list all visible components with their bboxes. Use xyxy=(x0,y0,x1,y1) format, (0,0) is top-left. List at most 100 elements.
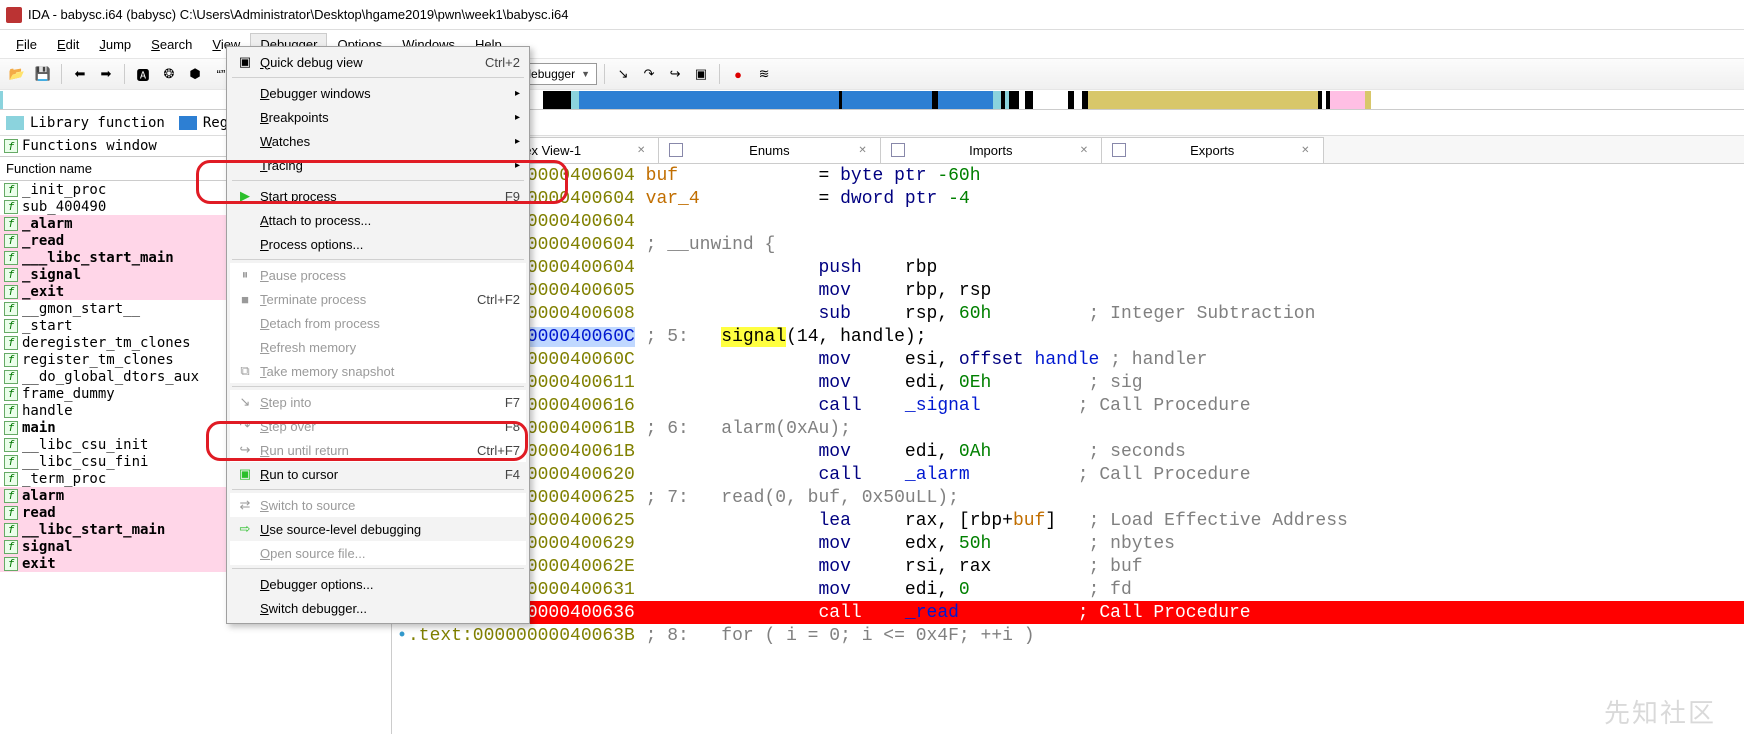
step-over-icon[interactable]: ↷ xyxy=(638,63,660,85)
back-icon[interactable]: ⬅ xyxy=(69,63,91,85)
gutter: • xyxy=(396,627,408,645)
trace-icon[interactable]: ≋ xyxy=(753,63,775,85)
disasm-line[interactable]: .text:000000000400604 xyxy=(392,210,1744,233)
function-icon: f xyxy=(4,472,18,486)
menu-item-use-source-level-debugging[interactable]: ⇨Use source-level debugging xyxy=(230,517,526,541)
function-name: sub_400490 xyxy=(22,199,106,215)
watermark: 先知社区 xyxy=(1604,693,1716,730)
menu-item-pause-process: ⏸Pause process xyxy=(230,263,526,287)
menu-item-process-options[interactable]: Process options... xyxy=(230,232,526,256)
menu-item-refresh-memory: Refresh memory xyxy=(230,335,526,359)
debugger-menu[interactable]: ▣Quick debug viewCtrl+2Debugger windows▸… xyxy=(226,46,530,624)
menu-item-shortcut: F4 xyxy=(505,467,520,482)
menu-file[interactable]: File xyxy=(6,33,47,56)
functions-panel-title: Functions window xyxy=(22,138,157,154)
disasm-line[interactable]: .text:00000000040062E mov rsi, rax ; buf xyxy=(392,555,1744,578)
menu-item-shortcut: F8 xyxy=(505,419,520,434)
disasm-line[interactable]: .text:000000000400604 push rbp xyxy=(392,256,1744,279)
menu-edit[interactable]: Edit xyxy=(47,33,89,56)
function-icon: f xyxy=(4,353,18,367)
run-to-cursor-icon[interactable]: ▣ xyxy=(690,63,712,85)
disassembly-view[interactable]: .text:000000000400604 buf = byte ptr -60… xyxy=(392,164,1744,734)
menu-item-step-into: ↘Step intoF7 xyxy=(230,390,526,414)
open-icon[interactable]: 📂 xyxy=(6,63,28,85)
menu-item-quick-debug-view[interactable]: ▣Quick debug viewCtrl+2 xyxy=(230,50,526,74)
tab-icon xyxy=(1112,143,1126,157)
menu-item-watches[interactable]: Watches▸ xyxy=(230,129,526,153)
menu-item-start-process[interactable]: ▶Start processF9 xyxy=(230,184,526,208)
menu-item-label: Use source-level debugging xyxy=(260,522,421,537)
disasm-line[interactable]: .text:000000000400604 ; __unwind { xyxy=(392,233,1744,256)
menu-item-attach-to-process[interactable]: Attach to process... xyxy=(230,208,526,232)
tab-imports[interactable]: Imports✕ xyxy=(880,137,1102,163)
submenu-arrow-icon: ▸ xyxy=(515,88,520,99)
menu-item-icon: ⇄ xyxy=(236,496,254,514)
menu-item-label: Switch debugger... xyxy=(260,601,367,616)
disasm-line[interactable]: .text:000000000400616 call _signal ; Cal… xyxy=(392,394,1744,417)
menu-item-icon: ▶ xyxy=(236,187,254,205)
close-icon[interactable]: ✕ xyxy=(1077,145,1091,156)
menu-item-label: Watches xyxy=(260,134,310,149)
function-icon: f xyxy=(4,455,18,469)
close-icon[interactable]: ✕ xyxy=(855,145,869,156)
close-icon[interactable]: ✕ xyxy=(1298,145,1312,156)
menu-item-tracing[interactable]: Tracing▸ xyxy=(230,153,526,177)
disasm-line[interactable]: .text:000000000400605 mov rbp, rsp xyxy=(392,279,1744,302)
legend-swatch xyxy=(179,116,197,130)
save-icon[interactable]: 💾 xyxy=(32,63,54,85)
menu-item-debugger-windows[interactable]: Debugger windows ▸ xyxy=(230,81,526,105)
disasm-line[interactable]: .text:000000000400625 lea rax, [rbp+buf]… xyxy=(392,509,1744,532)
legend-swatch xyxy=(6,116,24,130)
menu-item-label: Quick debug view xyxy=(260,55,363,70)
disasm-line[interactable]: .text:00000000040060C mov esi, offset ha… xyxy=(392,348,1744,371)
step-into-icon[interactable]: ↘ xyxy=(612,63,634,85)
menu-jump[interactable]: Jump xyxy=(89,33,141,56)
window-title: IDA - babysc.i64 (babysc) C:\Users\Admin… xyxy=(28,7,568,22)
disasm-line[interactable]: .text:000000000400636 call _read ; Call … xyxy=(392,601,1744,624)
tab-icon xyxy=(891,143,905,157)
hex-icon[interactable]: ⬢ xyxy=(184,63,206,85)
tab-strip: ✕ Hex View-1✕Enums✕Imports✕Exports✕ xyxy=(392,136,1744,164)
binary-icon[interactable]: ❂ xyxy=(158,63,180,85)
function-icon: f xyxy=(4,404,18,418)
disasm-line[interactable]: .text:000000000400620 call _alarm ; Call… xyxy=(392,463,1744,486)
menu-item-icon: ↪ xyxy=(236,441,254,459)
function-icon: f xyxy=(4,302,18,316)
tab-enums[interactable]: Enums✕ xyxy=(658,137,880,163)
menu-item-icon: ⏸ xyxy=(236,266,254,284)
disasm-line[interactable]: .text:000000000400611 mov edi, 0Eh ; sig xyxy=(392,371,1744,394)
analysis-icon[interactable]: 🅰 xyxy=(132,63,154,85)
disasm-line[interactable]: .text:000000000400629 mov edx, 50h ; nby… xyxy=(392,532,1744,555)
function-icon: f xyxy=(4,268,18,282)
disasm-line[interactable]: .text:00000000040060C ; 5: signal(14, ha… xyxy=(392,325,1744,348)
disasm-line[interactable]: .text:000000000400608 sub rsp, 60h ; Int… xyxy=(392,302,1744,325)
tab-label: Exports xyxy=(1132,143,1292,158)
run-until-return-icon[interactable]: ↪ xyxy=(664,63,686,85)
title-bar: IDA - babysc.i64 (babysc) C:\Users\Admin… xyxy=(0,0,1744,30)
function-name: _alarm xyxy=(22,216,73,232)
menu-item-breakpoints[interactable]: Breakpoints▸ xyxy=(230,105,526,129)
menu-item-label: Take memory snapshot xyxy=(260,364,394,379)
disasm-line[interactable]: .text:000000000400625 ; 7: read(0, buf, … xyxy=(392,486,1744,509)
menu-item-icon: ▣ xyxy=(236,53,254,71)
disasm-line[interactable]: .text:00000000040061B ; 6: alarm(0xAu); xyxy=(392,417,1744,440)
tab-exports[interactable]: Exports ✕ xyxy=(1101,137,1323,163)
menu-search[interactable]: Search xyxy=(141,33,202,56)
menu-item-label: Start process xyxy=(260,189,337,204)
menu-item-switch-debugger[interactable]: Switch debugger... xyxy=(230,596,526,620)
forward-icon[interactable]: ➡ xyxy=(95,63,117,85)
disasm-line[interactable]: .text:00000000040061B mov edi, 0Ah ; sec… xyxy=(392,440,1744,463)
disasm-line[interactable]: .text:000000000400604 var_4 = dword ptr … xyxy=(392,187,1744,210)
menu-item-shortcut: Ctrl+F7 xyxy=(477,443,520,458)
function-name: _init_proc xyxy=(22,182,106,198)
disasm-line[interactable]: •.text:000000000400631 mov edi, 0 ; fd xyxy=(392,578,1744,601)
menu-item-label: Debugger windows xyxy=(260,86,371,101)
menu-item-step-over: ↷Step overF8 xyxy=(230,414,526,438)
breakpoint-icon[interactable]: ● xyxy=(727,63,749,85)
close-icon[interactable]: ✕ xyxy=(634,145,648,156)
menu-item-run-to-cursor[interactable]: ▣Run to cursorF4 xyxy=(230,462,526,486)
address: .text:00000000040063B xyxy=(408,626,635,646)
disasm-line[interactable]: .text:000000000400604 buf = byte ptr -60… xyxy=(392,164,1744,187)
disasm-line[interactable]: •.text:00000000040063B ; 8: for ( i = 0;… xyxy=(392,624,1744,647)
menu-item-debugger-options[interactable]: Debugger options... xyxy=(230,572,526,596)
